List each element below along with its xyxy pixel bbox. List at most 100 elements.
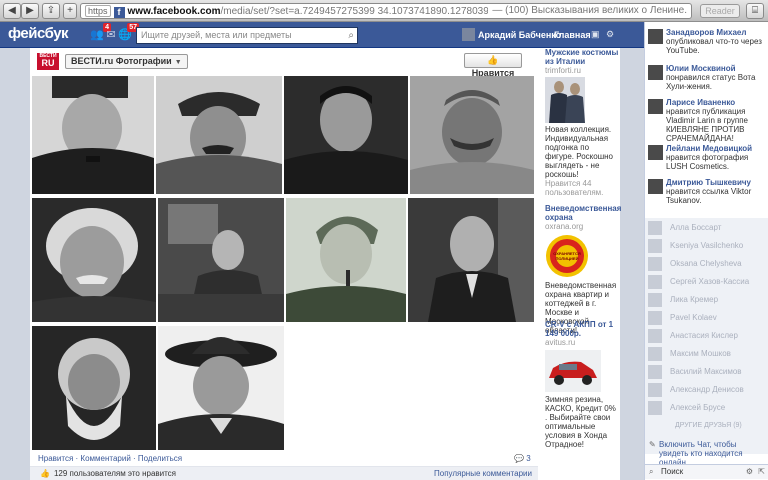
photo-album: ВЕСТИ RU ВЕСТИ.ru Фотографии ▼ 👍 Нравится …	[30, 48, 538, 480]
chat-friend[interactable]: Максим Мошков	[648, 346, 766, 362]
chat-friend[interactable]: Pavel Kolaev	[648, 310, 766, 326]
photo-actions[interactable]: Нравится · Комментарий · Поделиться	[38, 454, 182, 463]
thumbs-up-icon: 👍	[40, 469, 50, 478]
breadcrumb[interactable]: ВЕСТИ.ru Фотографии ▼	[65, 54, 188, 69]
ad-image[interactable]	[545, 350, 601, 392]
ad-car[interactable]: CR-V с АКПП от 1 149 000р. avitus.ru Зим…	[545, 320, 619, 449]
url-domain: www.facebook.com	[127, 6, 221, 17]
avatar	[648, 401, 662, 415]
avatar	[648, 311, 662, 325]
ad-url: trimforti.ru	[545, 66, 581, 75]
chat-friends-list: Алла Боссарт Kseniya Vasilchenko Oksana …	[645, 218, 768, 454]
avatar	[648, 365, 662, 379]
avatar	[648, 221, 662, 235]
notifications-icon[interactable]: 🌐 57	[118, 23, 139, 42]
profile-link[interactable]: Аркадий Бабченко	[462, 28, 561, 42]
chat-friend[interactable]: Анастасия Кислер	[648, 328, 766, 344]
avatar	[648, 383, 662, 397]
account-icon[interactable]: ▣	[591, 29, 600, 40]
enable-chat-note[interactable]: ✎ Включить Чат, чтобы увидеть кто находит…	[649, 440, 765, 467]
chat-friend[interactable]: Kseniya Vasilchenko	[648, 238, 766, 254]
avatar	[648, 293, 662, 307]
photo-thumbnail[interactable]	[32, 76, 154, 194]
vesti-logo[interactable]: ВЕСТИ RU	[37, 53, 59, 70]
ad-image[interactable]	[545, 77, 585, 123]
ticker-item[interactable]: Ларисе Иваненко нравится публикация Vlad…	[648, 98, 768, 143]
avatar	[648, 257, 662, 271]
photo-thumbnail[interactable]	[32, 198, 156, 322]
search-icon[interactable]: ⌕	[348, 28, 354, 43]
ad-likes: Нравится 44 пользователям.	[545, 179, 604, 197]
facebook-favicon-icon: f	[113, 7, 125, 18]
chat-friend[interactable]: Oksana Chelysheva	[648, 256, 766, 272]
photo-thumbnail[interactable]	[158, 198, 284, 322]
section-name: Фотографии	[115, 56, 172, 66]
photo-thumbnail[interactable]	[408, 198, 534, 322]
comment-count[interactable]: 💬 3	[514, 454, 531, 463]
ad-suits[interactable]: Мужские костюмы из Италии trimforti.ru Н…	[545, 48, 619, 197]
home-link[interactable]: Главная	[554, 28, 591, 42]
ad-body: Зимняя резина, КАСКО, Кредит 0% . Выбира…	[545, 395, 616, 449]
share-button[interactable]: ⇪	[42, 3, 60, 19]
avatar	[462, 28, 475, 41]
avatar	[648, 329, 662, 343]
protocol-label: https	[85, 5, 111, 17]
photo-thumbnail[interactable]	[32, 326, 156, 450]
ticker-item[interactable]: Дмитрию Тышкевичу нравится ссылка Viktor…	[648, 178, 768, 205]
popout-icon[interactable]: ⇱	[758, 465, 765, 479]
avatar	[648, 275, 662, 289]
chat-friend[interactable]: Василий Максимов	[648, 364, 766, 380]
ad-title[interactable]: Вневедомственная охрана	[545, 204, 621, 222]
photo-thumbnail[interactable]	[284, 76, 408, 194]
address-bar[interactable]: https f www.facebook.com/media/set/?set=a.…	[80, 3, 692, 19]
photo-thumbnail[interactable]	[156, 76, 282, 194]
like-page-button[interactable]: 👍 Нравится	[464, 53, 522, 78]
avatar	[648, 65, 663, 80]
avatar	[648, 347, 662, 361]
chat-friend[interactable]: Сергей Хазов-Кассиа	[648, 274, 766, 290]
ad-title[interactable]: Мужские костюмы из Италии	[545, 48, 619, 66]
ticker-item[interactable]: Занадворов Михаел опубликовал что-то чер…	[648, 28, 768, 55]
ad-title[interactable]: CR-V с АКПП от 1 149 000р.	[545, 320, 619, 338]
photo-thumbnail[interactable]	[410, 76, 534, 194]
settings-gear-icon[interactable]: ⚙	[606, 29, 614, 40]
search-icon: ⌕	[649, 467, 654, 476]
gear-icon[interactable]: ⚙	[746, 465, 753, 479]
chat-search-bar[interactable]: ⌕ Поиск ⚙ ⇱	[645, 464, 768, 479]
search-input[interactable]: Ищите друзей, места или предметы ⌕	[136, 27, 358, 44]
ad-stamp-text: ОХРАНЯЕТСЯ ПОЛИЦИЕЙ	[553, 251, 581, 261]
ticker-item[interactable]: Юлии Москвиной понравился статус Вота Ху…	[648, 64, 768, 91]
more-friends-label[interactable]: ДРУГИЕ ДРУЗЬЯ (9)	[675, 422, 742, 429]
ad-image[interactable]: ОХРАНЯЕТСЯ ПОЛИЦИЕЙ	[545, 234, 589, 278]
avatar	[648, 179, 663, 194]
facebook-logo[interactable]: фейсбук	[8, 25, 69, 42]
ad-body: Новая коллекция. Индивидуальная подгонка…	[545, 125, 613, 179]
likes-text[interactable]: 129 пользователям это нравится	[54, 469, 176, 478]
bookmarks-icon[interactable]: ⌸	[746, 3, 764, 19]
facebook-header: фейсбук 👥 4 ✉ 🌐 57 Ищите друзей, места или…	[0, 22, 644, 48]
messages-icon[interactable]: ✉	[104, 28, 118, 42]
chat-friend[interactable]: Алла Боссарт	[648, 220, 766, 236]
popular-comments-dropdown[interactable]: Популярные комментарии ▾	[434, 469, 538, 480]
ad-url: oxrana.org	[545, 222, 584, 231]
ticker-item[interactable]: Лейлани Медовицкой нравится фотография L…	[648, 144, 768, 171]
photo-thumbnail[interactable]	[286, 198, 406, 322]
photo-thumbnail[interactable]	[158, 326, 284, 450]
ad-security[interactable]: Вневедомственная охрана oxrana.org ОХРАН…	[545, 204, 621, 335]
new-tab-button[interactable]: +	[63, 3, 77, 19]
friend-requests-icon[interactable]: 👥 4	[90, 23, 111, 42]
page-name: ВЕСТИ.ru	[71, 56, 114, 66]
chat-friend[interactable]: Александр Денисов	[648, 382, 766, 398]
chat-friend[interactable]: Алексей Брусе	[648, 400, 766, 416]
chat-friend[interactable]: Лика Кремер	[648, 292, 766, 308]
reader-button[interactable]: Reader	[700, 4, 740, 18]
likes-bar: 👍 129 пользователям это нравится Популярн…	[30, 466, 538, 480]
avatar	[648, 145, 663, 160]
avatar	[648, 99, 663, 114]
forward-button[interactable]: ▶	[21, 3, 39, 19]
avatar	[648, 239, 662, 253]
ad-url: avitus.ru	[545, 338, 576, 347]
album-header: ВЕСТИ RU ВЕСТИ.ru Фотографии ▼ 👍 Нравится	[30, 48, 538, 78]
back-button[interactable]: ◀	[3, 3, 21, 19]
browser-toolbar: ◀ ▶ ⇪ + https f www.facebook.com/media/set…	[0, 0, 768, 22]
